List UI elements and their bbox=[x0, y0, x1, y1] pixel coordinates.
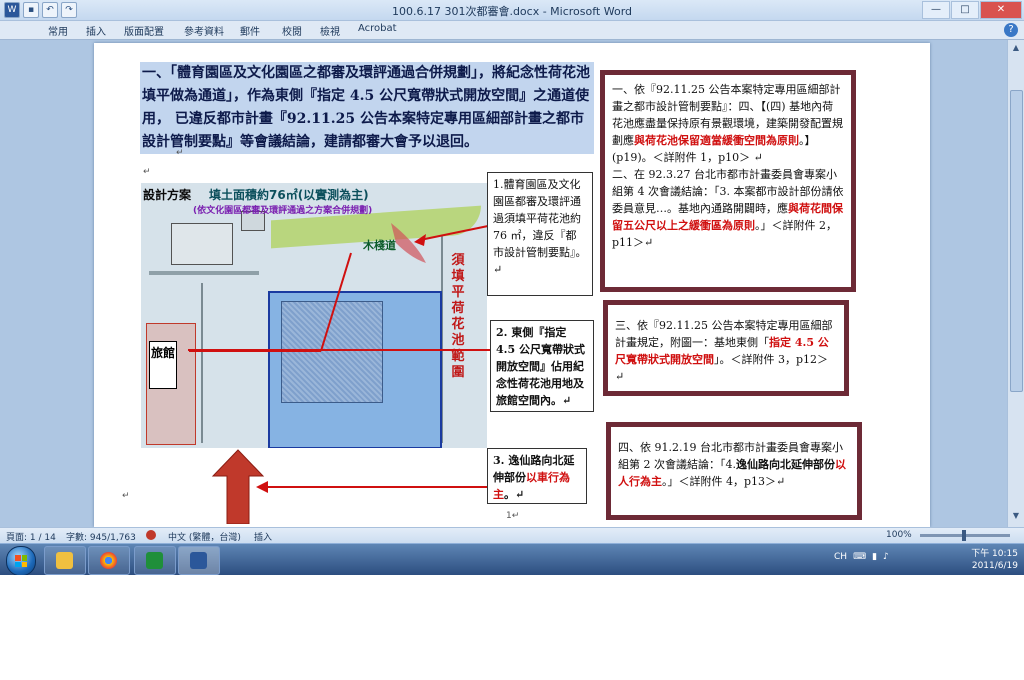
clock-time: 下午 10:15 bbox=[971, 549, 1018, 559]
callout-3[interactable]: 3. 逸仙路向北延伸部份以車行為主。↵ bbox=[487, 448, 587, 504]
system-tray: CH ⌨ ▮ ♪ bbox=[834, 552, 889, 562]
word-taskbar-button[interactable] bbox=[178, 546, 220, 575]
language[interactable]: 中文 (繁體，台灣) bbox=[168, 530, 241, 543]
note-text: 。」＜詳附件 4，p13＞↵ bbox=[662, 475, 786, 488]
network-icon[interactable]: ▮ bbox=[872, 552, 877, 562]
proofing-icon[interactable] bbox=[146, 530, 156, 540]
app-icon bbox=[146, 552, 163, 569]
note-2-paragraph: 三、依『92.11.25 公告本案特定專用區細部計畫規定，附圖一：基地東側「指定… bbox=[615, 317, 837, 385]
zoom-level[interactable]: 100% bbox=[886, 530, 912, 540]
note-box-2[interactable]: 三、依『92.11.25 公告本案特定專用區細部計畫規定，附圖一：基地東側「指定… bbox=[603, 300, 849, 396]
app-taskbar-button[interactable] bbox=[134, 546, 176, 575]
note-1-paragraph-1: 一、依『92.11.25 公告本案特定專用區細部計畫之都市設計管制要點』：四、【… bbox=[612, 81, 844, 166]
start-button[interactable] bbox=[6, 546, 36, 575]
word-icon bbox=[190, 552, 207, 569]
clock[interactable]: 下午 10:15 2011/6/19 bbox=[971, 548, 1018, 572]
note-1-paragraph-2: 二、在 92.3.27 台北市都市計畫委員會專案小組第 4 次會議結論：「3. … bbox=[612, 166, 844, 251]
note-box-3[interactable]: 四、依 91.2.19 台北市都市計畫委員會專案小組第 2 次會議結論：「4.逸… bbox=[606, 422, 862, 520]
chrome-taskbar-button[interactable] bbox=[88, 546, 130, 575]
callout-2[interactable]: 2. 東側『指定 4.5 公尺寬帶狀式開放空間』佔用紀念性荷花池用地及旅館空間內… bbox=[490, 320, 594, 412]
windows-logo-icon bbox=[15, 555, 27, 567]
note-highlight: 與荷花池保留適當緩衝空間為原則 bbox=[634, 134, 799, 147]
clock-date: 2011/6/19 bbox=[971, 561, 1018, 571]
note-3-paragraph: 四、依 91.2.19 台北市都市計畫委員會專案小組第 2 次會議結論：「4.逸… bbox=[618, 439, 850, 490]
paragraph-mark: ↵ bbox=[122, 491, 130, 501]
chrome-icon bbox=[100, 552, 117, 569]
language-indicator[interactable]: CH bbox=[834, 552, 847, 562]
insert-mode[interactable]: 插入 bbox=[254, 530, 272, 543]
note-bold: 逸仙路向北延伸部份 bbox=[736, 458, 835, 471]
page-number: 1↵ bbox=[506, 511, 520, 521]
screen: W ▪ ↶ ↷ 100.6.17 301次都審會.docx - Microsof… bbox=[0, 0, 1024, 575]
note-box-1[interactable]: 一、依『92.11.25 公告本案特定專用區細部計畫之都市設計管制要點』：四、【… bbox=[600, 70, 856, 292]
callout-3-suffix: 。↵ bbox=[504, 488, 525, 501]
explorer-taskbar-button[interactable] bbox=[44, 546, 86, 575]
callout-1[interactable]: 1.體育園區及文化園區都審及環評通過須填平荷花池約 76 ㎡，違反『都市設計管制… bbox=[487, 172, 593, 296]
keyboard-icon[interactable]: ⌨ bbox=[853, 552, 866, 562]
taskbar: CH ⌨ ▮ ♪ 下午 10:15 2011/6/19 bbox=[0, 543, 1024, 575]
zoom-slider-handle[interactable] bbox=[962, 530, 966, 541]
word-count[interactable]: 字數: 945/1,763 bbox=[66, 530, 136, 543]
page-count[interactable]: 頁面: 1 / 14 bbox=[6, 530, 56, 543]
folder-icon bbox=[56, 552, 73, 569]
status-bar: 頁面: 1 / 14 字數: 945/1,763 中文 (繁體，台灣) 插入 1… bbox=[0, 527, 1024, 544]
volume-icon[interactable]: ♪ bbox=[883, 552, 889, 562]
